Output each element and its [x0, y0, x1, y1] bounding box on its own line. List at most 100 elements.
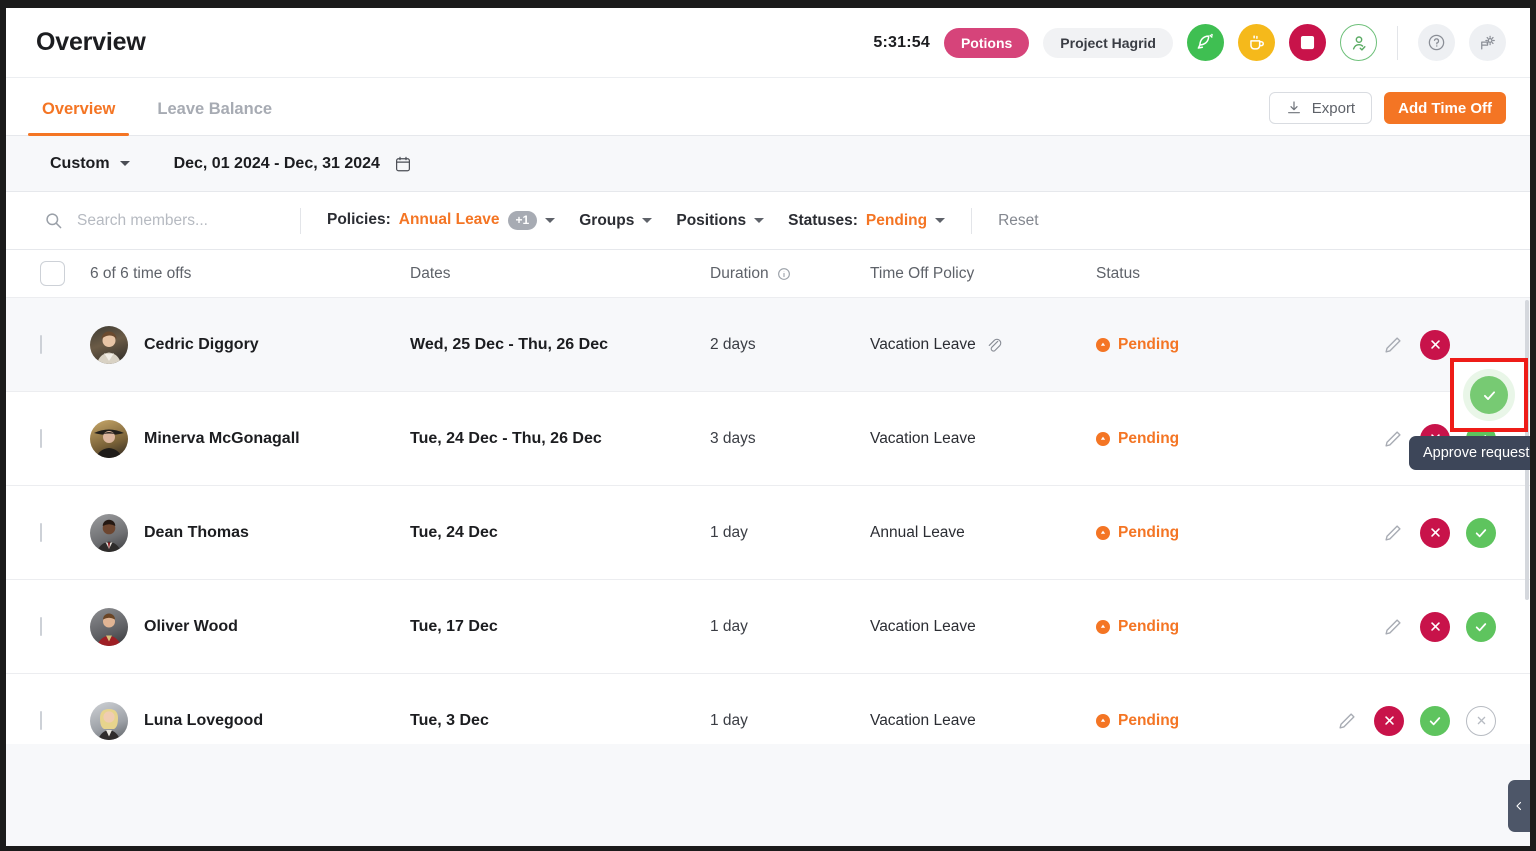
avatar [90, 325, 128, 364]
coffee-cup-icon-button[interactable] [1238, 24, 1275, 61]
date-range-picker[interactable]: Dec, 01 2024 - Dec, 31 2024 [174, 155, 412, 173]
reject-request-button[interactable] [1420, 611, 1450, 642]
date-filter-bar: Custom Dec, 01 2024 - Dec, 31 2024 [6, 136, 1530, 192]
header-controls: 5:31:54 Potions Project Hagrid [873, 24, 1506, 61]
export-button[interactable]: Export [1268, 92, 1373, 124]
time-off-table: 6 of 6 time offs Dates Duration Time Off… [6, 250, 1530, 744]
row-checkbox[interactable] [40, 616, 42, 636]
reset-filters-button[interactable]: Reset [972, 212, 1039, 230]
filter-groups-label: Groups [579, 211, 635, 229]
highlight-box-approve-request [1450, 358, 1528, 432]
row-member-cell: Oliver Wood [90, 607, 410, 646]
row-status: Pending [1096, 430, 1286, 448]
select-all-checkbox[interactable] [40, 261, 65, 286]
row-checkbox[interactable] [40, 428, 42, 448]
row-select-cell [6, 616, 90, 636]
row-checkbox[interactable] [40, 522, 42, 542]
edit-pencil-icon[interactable] [1382, 334, 1404, 356]
tooltip-approve-request: Approve request [1409, 436, 1530, 470]
edit-pencil-icon[interactable] [1336, 710, 1358, 732]
date-preset-dropdown[interactable]: Custom [50, 155, 130, 173]
row-policy-label: Vacation Leave [870, 429, 976, 447]
rocket-icon-button[interactable] [1187, 24, 1224, 61]
row-member-cell: Luna Lovegood [90, 701, 410, 740]
row-select-cell [6, 710, 90, 730]
row-policy: Vacation Leave [870, 430, 1096, 448]
table-row[interactable]: Cedric Diggory Wed, 25 Dec - Thu, 26 Dec… [6, 298, 1530, 392]
row-policy-label: Vacation Leave [870, 711, 976, 729]
calendar-icon [394, 155, 412, 173]
collapse-panel-handle[interactable] [1508, 780, 1530, 832]
row-actions [1286, 705, 1530, 736]
download-icon [1286, 100, 1302, 116]
approve-request-button[interactable] [1466, 611, 1496, 642]
row-status: Pending [1096, 336, 1286, 354]
row-member-cell: Cedric Diggory [90, 325, 410, 364]
table-row[interactable]: Luna Lovegood Tue, 3 Dec 1 day Vacation … [6, 674, 1530, 744]
approve-request-button[interactable] [1466, 517, 1496, 548]
status-badge: Pending [1096, 712, 1286, 730]
paperclip-icon[interactable] [985, 336, 1002, 353]
row-policy-label: Vacation Leave [870, 617, 976, 635]
edit-pencil-icon[interactable] [1382, 428, 1404, 450]
approve-request-button[interactable] [1470, 376, 1508, 414]
edit-pencil-icon[interactable] [1382, 522, 1404, 544]
row-checkbox[interactable] [40, 334, 42, 354]
filter-statuses-value: Pending [865, 211, 928, 229]
status-badge: Pending [1096, 430, 1286, 448]
settings-gear-icon-button[interactable] [1469, 24, 1506, 61]
filter-policies-extra-badge: +1 [507, 211, 538, 230]
pending-icon [1096, 619, 1110, 634]
status-label: Pending [1118, 335, 1180, 353]
current-project-pill[interactable]: Project Hagrid [1043, 27, 1173, 58]
row-member-cell: Minerva McGonagall [90, 419, 410, 458]
pending-icon [1096, 713, 1110, 728]
person-check-icon-button[interactable] [1340, 24, 1377, 61]
tab-overview[interactable]: Overview [28, 100, 130, 136]
search-input[interactable] [77, 211, 277, 230]
filter-statuses[interactable]: Statuses: Pending [776, 212, 957, 230]
avatar [90, 419, 128, 458]
filter-positions[interactable]: Positions [664, 212, 776, 230]
add-time-off-button[interactable]: Add Time Off [1384, 92, 1506, 124]
avatar [90, 607, 128, 646]
reject-request-button[interactable] [1374, 705, 1404, 736]
chevron-down-icon [935, 218, 946, 223]
column-header-dates: Dates [410, 264, 451, 282]
column-header-policy: Time Off Policy [870, 264, 975, 282]
row-duration: 1 day [710, 711, 748, 729]
row-member-cell: Dean Thomas [90, 513, 410, 552]
stop-icon-button[interactable] [1289, 24, 1326, 61]
pending-icon [1096, 431, 1110, 446]
table-row[interactable]: Minerva McGonagall Tue, 24 Dec - Thu, 26… [6, 392, 1530, 486]
table-row[interactable]: Dean Thomas Tue, 24 Dec 1 day Annual Lea… [6, 486, 1530, 580]
row-policy-label: Vacation Leave [870, 335, 976, 353]
avatar [90, 513, 128, 552]
filter-groups[interactable]: Groups [567, 212, 664, 230]
edit-pencil-icon[interactable] [1382, 616, 1404, 638]
row-dates: Tue, 24 Dec [410, 523, 498, 541]
filter-policies-label: Policies: [327, 211, 391, 229]
column-header-duration: Duration [710, 265, 870, 283]
row-policy-label: Annual Leave [870, 523, 965, 541]
reject-request-button[interactable] [1420, 517, 1450, 548]
chevron-down-icon [754, 218, 765, 223]
cancel-request-button[interactable] [1466, 705, 1496, 736]
row-checkbox[interactable] [40, 710, 42, 730]
current-task-pill[interactable]: Potions [943, 27, 1030, 58]
reject-request-button[interactable] [1420, 329, 1450, 360]
row-policy: Annual Leave [870, 524, 1096, 542]
question-mark-icon-button[interactable] [1418, 24, 1455, 61]
status-label: Pending [1118, 617, 1180, 635]
app-window: Overview 5:31:54 Potions Project Hagrid [6, 8, 1530, 846]
approve-request-button[interactable] [1420, 705, 1450, 736]
table-row[interactable]: Oliver Wood Tue, 17 Dec 1 day Vacation L… [6, 580, 1530, 674]
info-icon[interactable] [777, 267, 791, 281]
filter-positions-label: Positions [676, 211, 747, 229]
status-label: Pending [1118, 711, 1180, 729]
filter-bar: Policies: Annual Leave +1 Groups Positio… [6, 192, 1530, 250]
filter-policies[interactable]: Policies: Annual Leave +1 [315, 211, 567, 230]
tab-leave-balance[interactable]: Leave Balance [143, 100, 286, 135]
status-label: Pending [1118, 429, 1180, 447]
row-policy: Vacation Leave [870, 336, 1096, 354]
